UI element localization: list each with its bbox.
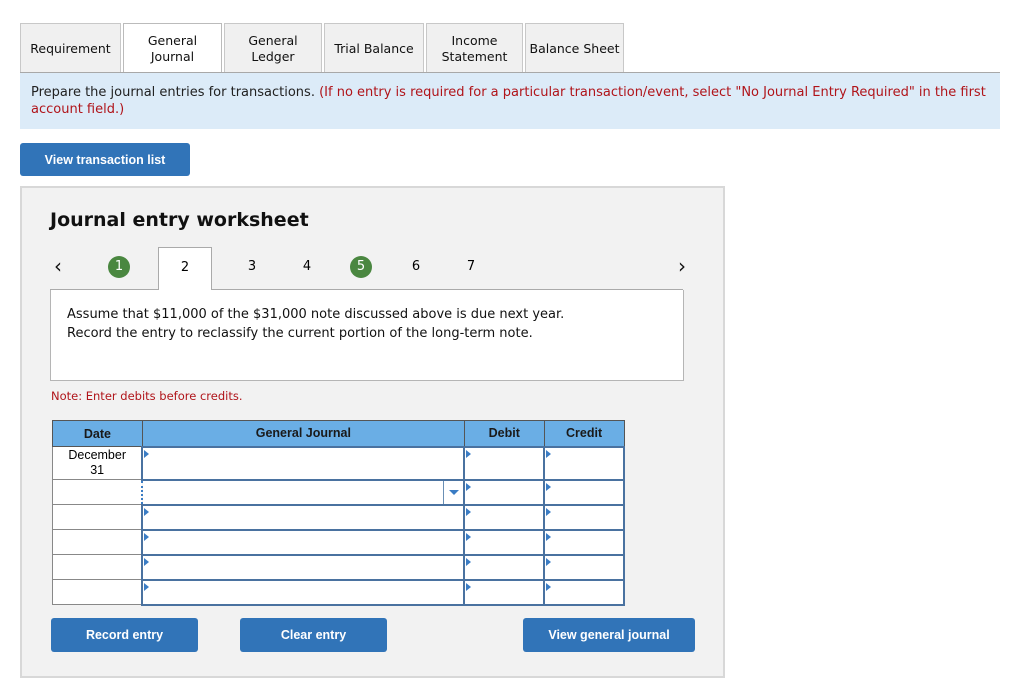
date-cell: December 31 bbox=[52, 446, 143, 480]
credit-input[interactable] bbox=[543, 503, 625, 531]
date-cell bbox=[52, 554, 143, 580]
page-6[interactable]: 6 bbox=[405, 256, 427, 278]
transaction-description: Assume that $11,000 of the $31,000 note … bbox=[50, 290, 684, 381]
instructions-banner: Prepare the journal entries for transact… bbox=[20, 73, 1000, 129]
credit-input[interactable] bbox=[543, 445, 625, 481]
view-transaction-list-button[interactable]: View transaction list bbox=[20, 143, 190, 176]
header-credit: Credit bbox=[543, 420, 625, 447]
description-line-2: Record the entry to reclassify the curre… bbox=[67, 326, 533, 341]
clear-entry-button[interactable]: Clear entry bbox=[240, 618, 387, 652]
tab-bar: Requirement General Journal General Ledg… bbox=[20, 23, 626, 74]
credit-input[interactable] bbox=[543, 553, 625, 581]
tab-general-journal[interactable]: General Journal bbox=[123, 23, 222, 74]
page-7[interactable]: 7 bbox=[460, 256, 482, 278]
prev-arrow-icon[interactable]: ‹ bbox=[54, 254, 62, 278]
table-row bbox=[52, 478, 625, 506]
table-row: December 31 bbox=[52, 445, 625, 481]
account-select[interactable] bbox=[141, 478, 466, 506]
date-month: December bbox=[68, 448, 127, 462]
table-row bbox=[52, 578, 625, 606]
header-general-journal: General Journal bbox=[141, 420, 465, 447]
tab-requirement[interactable]: Requirement bbox=[20, 23, 121, 73]
date-cell bbox=[52, 479, 143, 505]
date-day: 31 bbox=[90, 463, 105, 477]
date-cell bbox=[52, 504, 143, 530]
table-row bbox=[52, 528, 625, 556]
account-input[interactable] bbox=[141, 553, 466, 581]
account-input[interactable] bbox=[141, 503, 466, 531]
page-2[interactable]: 2 bbox=[158, 247, 212, 290]
debit-input[interactable] bbox=[463, 553, 546, 581]
date-cell bbox=[52, 529, 143, 555]
date-cell bbox=[52, 579, 143, 605]
header-date: Date bbox=[52, 420, 143, 447]
journal-entry-worksheet: Journal entry worksheet ‹ 1 2 3 4 5 6 7 … bbox=[20, 186, 725, 678]
worksheet-title: Journal entry worksheet bbox=[50, 209, 309, 231]
credit-input[interactable] bbox=[543, 528, 625, 556]
account-input[interactable] bbox=[141, 578, 466, 606]
table-row bbox=[52, 503, 625, 531]
transaction-pager: ‹ 1 2 3 4 5 6 7 › bbox=[22, 246, 723, 290]
description-line-1: Assume that $11,000 of the $31,000 note … bbox=[67, 307, 565, 322]
record-entry-button[interactable]: Record entry bbox=[51, 618, 198, 652]
page-1[interactable]: 1 bbox=[108, 256, 130, 278]
next-arrow-icon[interactable]: › bbox=[678, 254, 686, 278]
instructions-text: Prepare the journal entries for transact… bbox=[31, 85, 315, 100]
debit-input[interactable] bbox=[463, 578, 546, 606]
view-general-journal-button[interactable]: View general journal bbox=[523, 618, 695, 652]
account-input[interactable] bbox=[141, 528, 466, 556]
debits-note: Note: Enter debits before credits. bbox=[51, 389, 243, 403]
tab-income-statement[interactable]: Income Statement bbox=[426, 23, 523, 73]
tab-general-ledger[interactable]: General Ledger bbox=[224, 23, 322, 73]
debit-input[interactable] bbox=[463, 503, 546, 531]
tab-trial-balance[interactable]: Trial Balance bbox=[324, 23, 424, 73]
tab-balance-sheet[interactable]: Balance Sheet bbox=[525, 23, 624, 73]
debit-input[interactable] bbox=[463, 528, 546, 556]
account-input[interactable] bbox=[141, 445, 466, 481]
credit-input[interactable] bbox=[543, 578, 625, 606]
page-5[interactable]: 5 bbox=[350, 256, 372, 278]
dropdown-arrow-icon[interactable] bbox=[443, 480, 463, 504]
debit-input[interactable] bbox=[463, 478, 546, 506]
debit-input[interactable] bbox=[463, 445, 546, 481]
header-debit: Debit bbox=[463, 420, 545, 447]
page-4[interactable]: 4 bbox=[296, 256, 318, 278]
table-row bbox=[52, 553, 625, 581]
journal-table: Date General Journal Debit Credit Decemb… bbox=[52, 420, 625, 606]
page-3[interactable]: 3 bbox=[241, 256, 263, 278]
journal-header-row: Date General Journal Debit Credit bbox=[52, 420, 625, 447]
credit-input[interactable] bbox=[543, 478, 625, 506]
